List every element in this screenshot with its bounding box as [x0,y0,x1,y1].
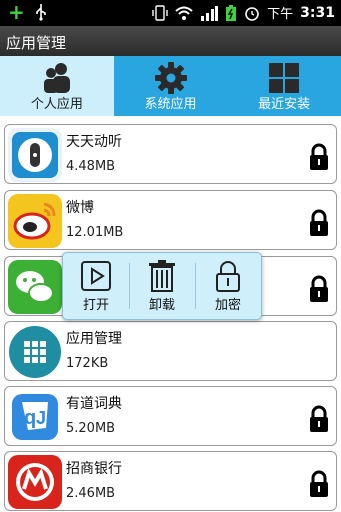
play-icon [81,261,111,291]
list-item[interactable]: 天天动听 4.48MB [4,124,337,184]
status-time: 3:31 [300,4,335,21]
tab-system-apps[interactable]: 系统应用 [114,56,228,116]
app-size: 5.20MB [66,421,116,436]
app-name: 招商银行 [66,461,122,477]
page-title: 应用管理 [6,34,67,52]
tab-recently-installed[interactable]: 最近安装 [227,56,341,116]
lock-icon[interactable] [308,143,330,171]
tab-label: 系统应用 [144,97,197,112]
app-action-popup: 打开 卸载 加密 [62,252,262,320]
person-icon [43,63,70,93]
open-button[interactable]: 打开 [63,253,129,319]
trash-icon [149,260,175,292]
app-size: 4.48MB [66,159,116,174]
list-item[interactable]: 微博 12.01MB [4,190,337,250]
open-label: 打开 [82,298,109,313]
tab-bar: 个人应用 系统应用 最近安装 [0,56,341,116]
app-size: 12.01MB [66,225,124,240]
lock-icon[interactable] [308,275,330,303]
lock-icon [216,261,240,292]
battery-icon [226,4,237,21]
svg-text:q: q [24,407,36,429]
encrypt-button[interactable]: 加密 [195,253,261,319]
app-name: 天天动听 [66,134,122,150]
list-item[interactable]: q J 有道词典 5.20MB [4,386,337,446]
list-item[interactable]: 应用管理 172KB [4,321,337,381]
uninstall-button[interactable]: 卸载 [129,253,195,319]
app-manager-icon [8,325,62,379]
gear-icon [154,62,187,94]
list-item[interactable]: 招商银行 2.46MB [4,451,337,511]
status-bar: + 下午 3:31 [0,0,341,26]
status-period: 下午 [267,7,294,22]
signal-icon [201,5,219,21]
tab-label: 最近安装 [258,97,311,112]
tab-label: 个人应用 [30,97,83,112]
vibrate-icon [152,4,168,21]
lock-icon[interactable] [308,470,330,498]
usb-icon [35,4,46,21]
app-size: 2.46MB [66,486,116,501]
grid-icon [269,63,300,93]
tab-personal-apps[interactable]: 个人应用 [0,56,114,116]
app-size: 172KB [66,356,109,371]
plus-icon: + [8,0,25,24]
youdao-icon: q J [8,390,62,444]
uninstall-label: 卸载 [148,298,175,313]
alarm-icon [245,6,259,21]
lock-icon[interactable] [308,209,330,237]
lock-icon[interactable] [308,405,330,433]
wifi-icon [175,6,193,20]
wechat-icon [8,260,62,314]
app-name: 有道词典 [66,396,122,412]
encrypt-label: 加密 [214,298,241,313]
app-name: 微博 [66,200,94,216]
app-name: 应用管理 [66,331,122,347]
ttpod-icon [8,128,62,182]
weibo-icon [8,194,62,248]
title-bar: 应用管理 [0,26,341,56]
cmb-icon [8,455,62,509]
svg-text:J: J [36,408,46,428]
